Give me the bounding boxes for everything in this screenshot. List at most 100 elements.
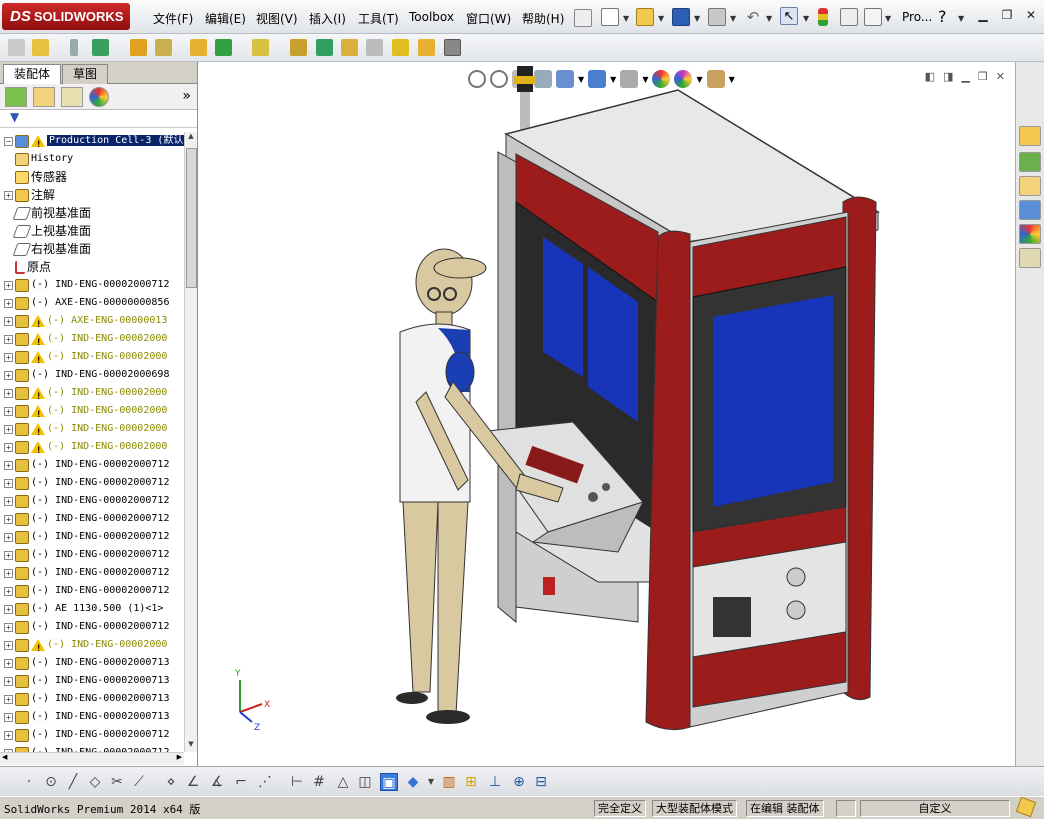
chevron-down-icon[interactable]: ▼: [730, 14, 736, 23]
save-icon[interactable]: [672, 8, 690, 26]
open-folder-icon[interactable]: [636, 8, 654, 26]
clearance-verification-icon[interactable]: [392, 39, 409, 56]
expand-icon[interactable]: +: [4, 478, 13, 488]
point-icon[interactable]: ·: [20, 773, 38, 791]
tree-row-plane[interactable]: 前视基准面: [0, 204, 184, 222]
hole-alignment-icon[interactable]: [418, 39, 435, 56]
expand-icon[interactable]: +: [4, 280, 13, 290]
expand-icon[interactable]: +: [4, 622, 13, 632]
tree-component-row[interactable]: +(-) IND-ENG-00002000712: [0, 618, 184, 636]
scroll-down-icon[interactable]: ▼: [185, 740, 197, 752]
tree-component-row[interactable]: + (-) IND-ENG-00002000: [0, 402, 184, 424]
chevron-down-icon[interactable]: ▼: [885, 14, 891, 23]
select-arrow-icon[interactable]: ↖: [780, 7, 798, 25]
tree-component-row[interactable]: + (-) IND-ENG-00002000: [0, 636, 184, 658]
assembly-component-icon[interactable]: ▥: [440, 773, 458, 791]
menu-help[interactable]: 帮助(H): [522, 10, 564, 27]
display-style-dropdown-icon[interactable]: ◆: [404, 773, 422, 791]
expand-icon[interactable]: +: [4, 496, 13, 506]
configuration-manager-icon[interactable]: [61, 87, 83, 107]
feature-manager-tree-icon[interactable]: [5, 87, 27, 107]
filter-icon[interactable]: ▼: [10, 110, 19, 124]
tree-component-row[interactable]: +(-) IND-ENG-00002000712: [0, 726, 184, 744]
expand-icon[interactable]: +: [4, 694, 13, 704]
sketch-angle-icon[interactable]: △: [334, 773, 352, 791]
dotted-corner-icon[interactable]: ⋰: [256, 773, 274, 791]
magnify-icon[interactable]: ⊕: [510, 773, 528, 791]
appearances-icon[interactable]: [1019, 224, 1041, 244]
menu-file[interactable]: 文件(F): [153, 10, 193, 27]
expand-icon[interactable]: +: [4, 712, 13, 722]
tree-component-row[interactable]: +(-) IND-ENG-00002000712: [0, 474, 184, 492]
design-library-icon[interactable]: [1019, 152, 1041, 172]
expand-icon[interactable]: +: [4, 586, 13, 596]
expand-icon[interactable]: +: [4, 388, 13, 398]
expand-icon[interactable]: +: [4, 352, 13, 362]
graphics-area[interactable]: ▼ ▼ ▼ ▼ ▼ ◧ ◨ ▁ ❐ ✕ Y X Z: [198, 62, 1015, 766]
tree-component-row[interactable]: +(-) IND-ENG-00002000712: [0, 744, 184, 752]
tree-component-row[interactable]: +(-) IND-ENG-00002000712: [0, 528, 184, 546]
help-icon[interactable]: ?: [938, 7, 947, 26]
tree-component-row[interactable]: + (-) AXE-ENG-00000013: [0, 312, 184, 334]
reference-geometry-icon[interactable]: [215, 39, 232, 56]
circle-icon[interactable]: ⊙: [42, 773, 60, 791]
bill-of-materials-icon[interactable]: [290, 39, 307, 56]
tree-row-root[interactable]: − Production Cell-3 (默认: [0, 132, 184, 154]
relation-icon[interactable]: ∡: [208, 773, 226, 791]
extend-icon[interactable]: ⟋: [130, 773, 148, 791]
insert-component-icon[interactable]: [8, 39, 25, 56]
tree-row-plane[interactable]: 上视基准面: [0, 222, 184, 240]
tree-component-row[interactable]: + (-) IND-ENG-00002000713: [0, 708, 184, 726]
expand-icon[interactable]: +: [4, 370, 13, 380]
tree-row-sensor[interactable]: 传感器: [0, 168, 184, 186]
expand-icon[interactable]: +: [4, 298, 13, 308]
expand-icon[interactable]: +: [4, 424, 13, 434]
tag-icon[interactable]: [1015, 796, 1037, 818]
mate-icon[interactable]: [70, 39, 78, 56]
expand-icon[interactable]: +: [4, 442, 13, 452]
tree-component-row[interactable]: + (-) IND-ENG-00002000: [0, 330, 184, 352]
scroll-left-icon[interactable]: ◀: [2, 753, 7, 761]
tree-component-row[interactable]: + (-) AE 1130.500 (1)<1>: [0, 600, 184, 618]
property-manager-icon[interactable]: [33, 87, 55, 107]
explode-line-sketch-icon[interactable]: [341, 39, 358, 56]
expand-icon[interactable]: +: [4, 640, 13, 650]
expand-icon[interactable]: +: [4, 568, 13, 578]
expand-icon[interactable]: +: [4, 730, 13, 740]
expand-icon[interactable]: +: [4, 460, 13, 470]
expand-panel-icon[interactable]: »: [182, 88, 191, 104]
expand-icon[interactable]: +: [4, 316, 13, 326]
line-icon[interactable]: ╱: [64, 773, 82, 791]
expand-icon[interactable]: +: [4, 190, 13, 200]
tree-component-row[interactable]: + (-) IND-ENG-00002000698: [0, 366, 184, 384]
tree-component-row[interactable]: +(-) IND-ENG-00002000712: [0, 510, 184, 528]
move-triad-icon[interactable]: ⊥: [486, 773, 504, 791]
collapse-icon[interactable]: −: [4, 136, 13, 146]
chevron-down-icon[interactable]: ▼: [623, 14, 629, 23]
tree-component-row[interactable]: + (-) IND-ENG-00002000: [0, 348, 184, 370]
expand-icon[interactable]: +: [4, 604, 13, 614]
expand-icon[interactable]: +: [4, 514, 13, 524]
tree-component-row[interactable]: +(-) IND-ENG-00002000712: [0, 546, 184, 564]
tree-component-row[interactable]: +(-) IND-ENG-00002000712: [0, 276, 184, 294]
restore-icon[interactable]: ❐: [998, 8, 1016, 24]
tab-sketch[interactable]: 草图: [62, 64, 109, 84]
tree-horizontal-scrollbar[interactable]: ◀ ▶: [0, 752, 184, 765]
interference-detection-icon[interactable]: [366, 39, 383, 56]
table-icon[interactable]: ⊟: [532, 773, 550, 791]
print-icon[interactable]: [708, 8, 726, 26]
scroll-up-icon[interactable]: ▲: [185, 132, 197, 144]
expand-icon[interactable]: +: [4, 550, 13, 560]
menu-window[interactable]: 窗口(W): [466, 10, 511, 27]
tree-component-row[interactable]: + (-) AXE-ENG-00000000856: [0, 294, 184, 312]
chevron-down-icon[interactable]: ▼: [803, 14, 809, 23]
tree-vertical-scrollbar[interactable]: ▲ ▼: [184, 132, 197, 752]
assembly-features-icon[interactable]: [190, 39, 207, 56]
tree-component-row[interactable]: + (-) IND-ENG-00002000713: [0, 672, 184, 690]
tree-component-row[interactable]: + (-) IND-ENG-00002000: [0, 420, 184, 442]
mirror-icon[interactable]: ⋄: [162, 773, 180, 791]
dimension-icon[interactable]: ⊢: [288, 773, 306, 791]
tab-assembly[interactable]: 装配体: [3, 64, 62, 84]
expand-icon[interactable]: +: [4, 532, 13, 542]
pin-icon[interactable]: [574, 9, 592, 27]
